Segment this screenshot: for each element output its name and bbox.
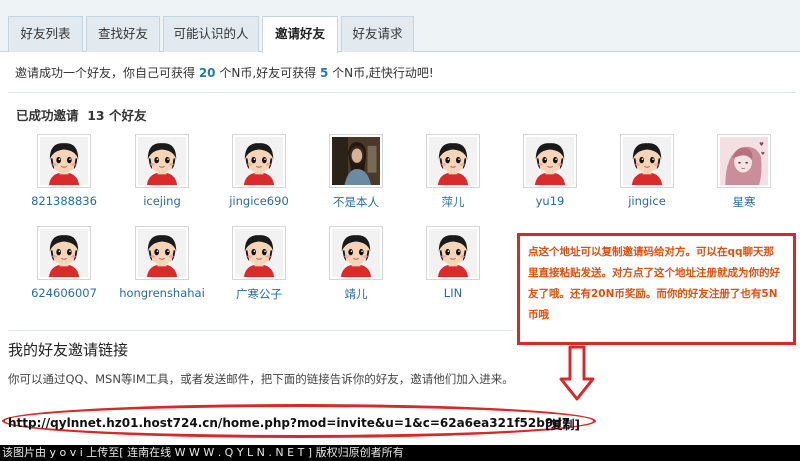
- reward-info: 邀请成功一个好友，你自己可获得 20 个N币,好友可获得 5 个N币,赶快行动吧…: [15, 64, 434, 81]
- tab-find-friends[interactable]: 查找好友: [86, 16, 160, 52]
- annotation-callout: 点这个地址可以复制邀请码给对方。可以在qq聊天那里直接粘贴发送。对方点了这个地址…: [517, 233, 796, 345]
- self-reward-amount: 20: [198, 66, 216, 80]
- friend-avatar[interactable]: [232, 226, 286, 280]
- reward-info-prefix: 邀请成功一个好友，你自己可获得: [15, 66, 199, 80]
- friend-name[interactable]: 星寒: [699, 194, 789, 210]
- friend-item[interactable]: 星寒: [699, 134, 789, 210]
- success-count: 13 个好友: [87, 108, 147, 123]
- friend-item[interactable]: hongrenshahai: [117, 226, 207, 300]
- friend-name[interactable]: LIN: [408, 286, 498, 300]
- friend-avatar[interactable]: [717, 134, 771, 188]
- friend-avatar[interactable]: [523, 134, 577, 188]
- friend-avatar[interactable]: [37, 134, 91, 188]
- tab-friend-list[interactable]: 好友列表: [8, 16, 83, 52]
- friend-avatar[interactable]: [135, 226, 189, 280]
- tab-invite-friends[interactable]: 邀请好友: [262, 16, 338, 53]
- divider: [8, 330, 513, 331]
- friend-item[interactable]: jingice690: [214, 134, 304, 208]
- friend-avatar[interactable]: [135, 134, 189, 188]
- friend-item[interactable]: 821388836: [19, 134, 109, 208]
- friend-name[interactable]: 广寒公子: [214, 286, 304, 302]
- friend-item[interactable]: 广寒公子: [214, 226, 304, 302]
- friend-item[interactable]: 靖儿: [311, 226, 401, 302]
- success-title: 已成功邀请 13 个好友: [16, 105, 146, 124]
- friend-item[interactable]: icejing: [117, 134, 207, 208]
- watermark-footer: 该图片由 y o v i 上传至[ 连南在线 W W W . Q Y L N .…: [0, 445, 800, 461]
- friend-name[interactable]: 821388836: [19, 194, 109, 208]
- friend-avatar[interactable]: [329, 226, 383, 280]
- invite-url[interactable]: http://qylnnet.hz01.host724.cn/home.php?…: [8, 416, 570, 430]
- friend-name[interactable]: jingice: [602, 194, 692, 208]
- friend-item[interactable]: jingice: [602, 134, 692, 208]
- friend-item[interactable]: LIN: [408, 226, 498, 300]
- friend-avatar[interactable]: [426, 134, 480, 188]
- friend-item[interactable]: yu19: [505, 134, 595, 208]
- reward-info-middle: 个N币,好友可获得: [215, 66, 320, 80]
- invite-link-description: 你可以通过QQ、MSN等IM工具，或者发送邮件，把下面的链接告诉你的好友，邀请他…: [8, 372, 514, 386]
- friend-avatar[interactable]: [37, 226, 91, 280]
- tab-friend-requests[interactable]: 好友请求: [341, 16, 414, 52]
- friend-item[interactable]: 624606007: [19, 226, 109, 300]
- friend-name[interactable]: 不是本人: [311, 194, 401, 210]
- divider: [8, 92, 796, 93]
- arrow-down-icon: [559, 345, 595, 401]
- friend-avatar[interactable]: [232, 134, 286, 188]
- friend-name[interactable]: 萍儿: [408, 194, 498, 210]
- friend-name[interactable]: jingice690: [214, 194, 304, 208]
- friend-name[interactable]: hongrenshahai: [117, 286, 207, 300]
- reward-info-suffix: 个N币,赶快行动吧!: [328, 66, 434, 80]
- friend-item[interactable]: 不是本人: [311, 134, 401, 210]
- friend-item[interactable]: 萍儿: [408, 134, 498, 210]
- copy-button[interactable]: [复制]: [545, 416, 580, 433]
- invite-link-title: 我的好友邀请链接: [8, 341, 129, 359]
- tab-people-you-may-know[interactable]: 可能认识的人: [163, 16, 259, 52]
- success-label: 已成功邀请: [16, 108, 79, 123]
- friend-name[interactable]: icejing: [117, 194, 207, 208]
- friend-name[interactable]: yu19: [505, 194, 595, 208]
- friend-avatar[interactable]: [426, 226, 480, 280]
- friend-avatar[interactable]: [620, 134, 674, 188]
- tab-bar: 好友列表 查找好友 可能认识的人 邀请好友 好友请求: [0, 0, 800, 53]
- friend-avatar[interactable]: [329, 134, 383, 188]
- friend-name[interactable]: 靖儿: [311, 286, 401, 302]
- friend-name[interactable]: 624606007: [19, 286, 109, 300]
